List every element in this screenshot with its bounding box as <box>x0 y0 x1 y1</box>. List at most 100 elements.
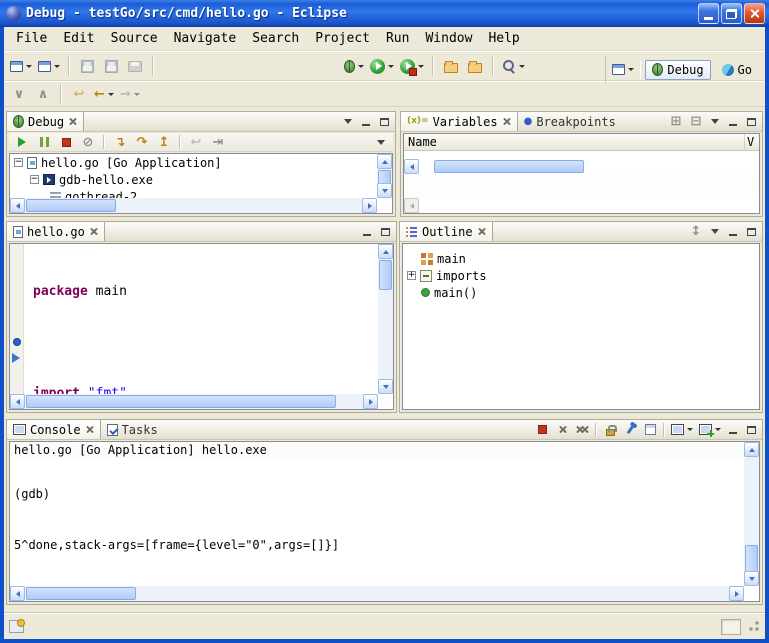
minimize-view-button[interactable] <box>359 224 375 239</box>
close-tab-icon[interactable] <box>89 227 98 236</box>
scroll-left-button[interactable] <box>10 198 25 213</box>
scroll-up-button[interactable] <box>744 442 759 457</box>
tree-row[interactable]: main <box>403 250 759 267</box>
perspective-debug-button[interactable]: Debug <box>645 60 710 80</box>
minimize-view-button[interactable] <box>725 114 741 129</box>
scrollbar-thumb[interactable] <box>26 199 116 212</box>
scroll-right-button[interactable] <box>729 586 744 601</box>
external-tools-button[interactable] <box>398 55 426 77</box>
collapse-all-button[interactable]: ⊟ <box>687 113 705 130</box>
tree-row[interactable]: − hello.go [Go Application] <box>10 154 392 171</box>
pin-console-button[interactable] <box>621 421 639 438</box>
scroll-left-button[interactable] <box>10 586 25 601</box>
menu-help[interactable]: Help <box>480 28 527 49</box>
debug-button[interactable] <box>342 55 366 77</box>
debug-tree[interactable]: − hello.go [Go Application] − gdb-hello.… <box>9 153 393 214</box>
print-button[interactable] <box>124 55 146 77</box>
save-all-button[interactable] <box>100 55 122 77</box>
scroll-down-button[interactable] <box>378 379 393 394</box>
tree-row[interactable]: + imports <box>403 267 759 284</box>
scroll-down-button[interactable] <box>744 571 759 586</box>
menu-project[interactable]: Project <box>307 28 378 49</box>
drop-to-frame-button[interactable]: ↩ <box>187 134 205 151</box>
minimize-view-button[interactable] <box>358 114 374 129</box>
scroll-left-button[interactable] <box>10 394 25 409</box>
horizontal-scrollbar[interactable] <box>10 394 378 409</box>
disconnect-button[interactable]: ⊘ <box>79 134 97 151</box>
scrollbar-thumb[interactable] <box>26 587 136 600</box>
menu-edit[interactable]: Edit <box>55 28 102 49</box>
maximize-view-button[interactable] <box>743 422 759 437</box>
close-button[interactable] <box>744 3 765 24</box>
view-menu-button[interactable] <box>707 114 723 129</box>
scroll-left-button[interactable] <box>404 159 419 174</box>
breakpoint-marker-icon[interactable] <box>13 338 21 346</box>
terminate-button[interactable] <box>57 134 75 151</box>
layout-button[interactable]: ⊞ <box>667 113 685 130</box>
step-over-button[interactable]: ↷ <box>133 134 151 151</box>
close-tab-icon[interactable] <box>502 117 511 126</box>
back-button[interactable]: ← <box>92 83 116 105</box>
tab-debug[interactable]: Debug <box>7 112 84 131</box>
minimize-button[interactable] <box>698 3 719 24</box>
title-bar[interactable]: Debug - testGo/src/cmd/hello.go - Eclips… <box>0 0 769 27</box>
scroll-up-button[interactable] <box>378 244 393 259</box>
scrollbar-thumb[interactable] <box>434 160 584 173</box>
restore-button[interactable] <box>721 3 742 24</box>
menu-run[interactable]: Run <box>378 28 417 49</box>
vertical-scrollbar[interactable] <box>744 442 759 586</box>
terminate-console-button[interactable] <box>533 421 551 438</box>
last-edit-location-button[interactable]: ↩ <box>68 83 90 105</box>
column-name[interactable]: Name <box>404 134 745 150</box>
minimize-view-button[interactable] <box>725 422 741 437</box>
tree-row[interactable]: main() <box>403 284 759 301</box>
clear-console-button[interactable] <box>641 421 659 438</box>
view-menu-button[interactable] <box>707 224 723 239</box>
perspective-go-button[interactable]: Go <box>715 60 759 80</box>
scroll-right-button[interactable] <box>403 198 404 213</box>
maximize-view-button[interactable] <box>377 224 393 239</box>
code-editor[interactable]: package main import "fmt" func main() { … <box>25 244 378 394</box>
open-folder-button[interactable] <box>440 55 462 77</box>
view-menu-button[interactable] <box>340 114 356 129</box>
close-tab-icon[interactable] <box>68 117 77 126</box>
scroll-up-button[interactable] <box>377 154 392 169</box>
horizontal-scrollbar[interactable] <box>10 198 377 213</box>
menu-file[interactable]: File <box>8 28 55 49</box>
folder-search-button[interactable] <box>464 55 486 77</box>
close-tab-icon[interactable] <box>477 227 486 236</box>
maximize-view-button[interactable] <box>376 114 392 129</box>
search-button[interactable] <box>500 55 527 77</box>
tab-variables[interactable]: (x)= Variables <box>401 112 518 131</box>
maximize-view-button[interactable] <box>743 114 759 129</box>
scroll-right-button[interactable] <box>363 394 378 409</box>
suspend-button[interactable] <box>35 134 53 151</box>
toolbar-overflow-button[interactable] <box>373 135 389 150</box>
scroll-right-button[interactable] <box>362 198 377 213</box>
previous-annotation-button[interactable]: ∧ <box>32 83 54 105</box>
forward-button[interactable]: → <box>118 83 142 105</box>
sort-button[interactable]: ↕ <box>687 223 705 240</box>
outline-tree[interactable]: main + imports main() <box>402 243 760 410</box>
expander-icon[interactable]: − <box>30 175 39 184</box>
tab-outline[interactable]: Outline <box>400 222 493 241</box>
scroll-right-button[interactable] <box>403 159 404 174</box>
tab-console[interactable]: Console <box>7 420 101 439</box>
new-menu-button[interactable] <box>36 55 62 77</box>
scrollbar-thumb[interactable] <box>26 395 336 408</box>
next-annotation-button[interactable]: ∨ <box>8 83 30 105</box>
remove-launch-button[interactable] <box>553 421 571 438</box>
scroll-lock-button[interactable] <box>601 421 619 438</box>
scroll-down-button[interactable] <box>377 183 392 198</box>
run-button[interactable] <box>368 55 396 77</box>
minimize-view-button[interactable] <box>725 224 741 239</box>
tab-tasks[interactable]: Tasks <box>101 420 164 439</box>
resize-grip-icon[interactable] <box>747 620 760 633</box>
display-selected-console-button[interactable] <box>669 421 695 438</box>
tab-breakpoints[interactable]: ● Breakpoints <box>518 112 622 131</box>
open-console-button[interactable] <box>697 421 723 438</box>
vertical-scrollbar[interactable] <box>378 244 393 394</box>
menu-source[interactable]: Source <box>103 28 166 49</box>
scrollbar-thumb[interactable] <box>379 260 392 290</box>
step-return-button[interactable]: ↥ <box>155 134 173 151</box>
